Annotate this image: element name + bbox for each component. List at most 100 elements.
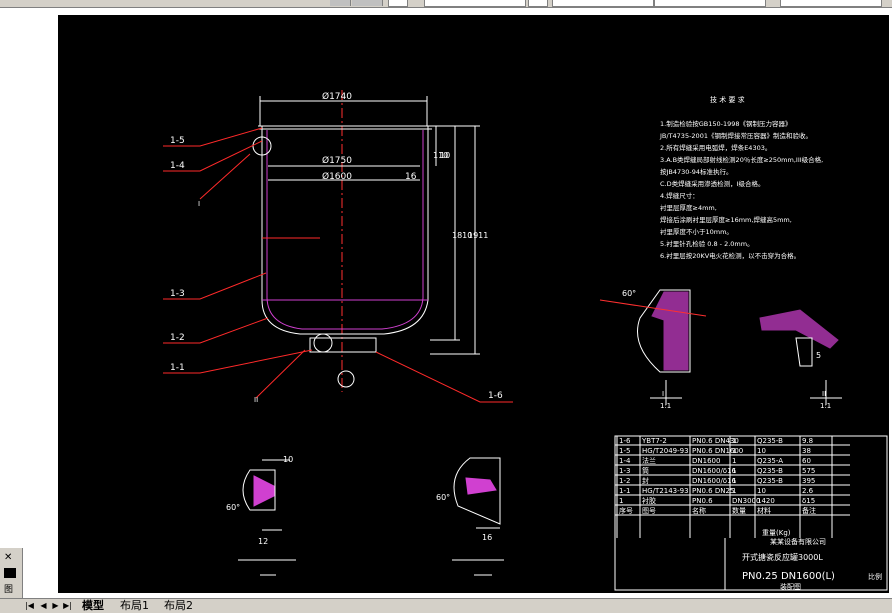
tech-line: 衬里厚度不小于10mm。 (660, 227, 733, 236)
dim-1750: Ø1750 (322, 155, 352, 166)
table-cell: 575 (802, 467, 815, 475)
table-cell: 1 (732, 447, 736, 455)
weight-label: 重量(Kg) (762, 529, 791, 537)
scale-label-1b: 1:1 (660, 402, 671, 410)
dim-16-b: 16 (482, 533, 492, 542)
table-cell: 60 (802, 457, 811, 465)
toolbar-button[interactable] (352, 0, 383, 6)
table-cell: Q235-A (757, 457, 783, 465)
table-cell: DN1600 (692, 457, 720, 465)
label-1-6: 1-6 (488, 391, 503, 401)
weld-detail-1 (238, 459, 296, 576)
last-icon[interactable]: ▶| (62, 600, 73, 611)
dim-10-b: 10 (283, 455, 293, 464)
label-1-2: 1-2 (170, 333, 185, 343)
table-cell: 封 (642, 476, 649, 485)
first-icon[interactable]: |◀ (24, 600, 35, 611)
tech-line: 按JB4730-94标准执行。 (660, 167, 733, 176)
lineweight-dropdown[interactable] (780, 0, 882, 7)
tech-line: 6.衬里层按20KV电火花检测，以不击穿为合格。 (660, 251, 800, 260)
table-cell: 1420 (757, 497, 775, 505)
dim-16: 16 (405, 172, 417, 182)
main-view-text: Ø1740 Ø1750 Ø1600 16 110 10 1810 1911 1-… (170, 91, 503, 404)
table-cell: 序号 (619, 506, 633, 515)
weld-detail-2 (452, 457, 504, 576)
dim-5: 5 (816, 351, 821, 360)
table-cell: 1-2 (619, 477, 630, 485)
scale-label-2b: 1:1 (820, 402, 831, 410)
tab-layout2[interactable]: 布局2 (164, 599, 193, 612)
table-cell: 1-4 (619, 457, 631, 465)
label-1-3: 1-3 (170, 289, 185, 299)
toolbar (0, 0, 892, 8)
table-cell: 1-1 (619, 487, 630, 495)
ucs-label: 图 (4, 585, 14, 595)
table-cell: 1-3 (619, 467, 630, 475)
table-cell: 395 (802, 477, 815, 485)
toolbar-button[interactable] (330, 0, 351, 6)
color-dropdown[interactable] (552, 0, 654, 7)
ucs-panel: ✕ 图 (0, 548, 23, 598)
angle-60: 60° (622, 289, 636, 298)
table-cell: HG/T2143-93 (642, 487, 689, 495)
tech-line: 5.衬里针孔检验 0.8 - 2.0mm。 (660, 239, 754, 248)
layer-dropdown[interactable] (424, 0, 526, 7)
model-space-canvas[interactable]: Ø1740 Ø1750 Ø1600 16 110 10 1810 1911 1-… (58, 15, 889, 593)
table-cell: 材料 (757, 506, 771, 515)
tech-requirements: 技 术 要 求 1.制造检验按GB150-1998《钢制压力容器》 JB/T47… (659, 95, 823, 260)
company-name: 某某设备有限公司 (770, 537, 826, 546)
layer-icon (4, 568, 16, 578)
linetype-dropdown[interactable] (654, 0, 766, 7)
tech-line: 衬里层厚度≥4mm, (660, 203, 717, 212)
table-cell: 名称 (692, 506, 706, 515)
leader-lines (163, 127, 513, 403)
table-cell: 1 (732, 437, 736, 445)
detail-view-2 (759, 309, 842, 405)
prev-icon[interactable]: ◀ (38, 600, 49, 611)
next-icon[interactable]: ▶ (50, 600, 61, 611)
table-cell: 10 (757, 487, 766, 495)
tech-line: 焊接后涂刷衬里层厚度≥16mm,焊缝高5mm, (660, 215, 792, 224)
toolbar-dropdown[interactable] (388, 0, 408, 7)
cad-drawing: Ø1740 Ø1750 Ø1600 16 110 10 1810 1911 1-… (163, 90, 888, 591)
dim-1740: Ø1740 (322, 91, 352, 102)
table-cell: YBT7-2 (641, 437, 667, 445)
table-cell: 数量 (732, 506, 746, 515)
tech-line: 3.A.B类焊缝局部射线检测20％长度≥250mm,III级合格, (660, 155, 823, 164)
table-cell: 2.6 (802, 487, 814, 495)
vessel-assembly (252, 90, 480, 392)
scale-note: 比例 (868, 572, 882, 581)
table-cell: 备注 (802, 506, 816, 515)
title-block-text: 重量(Kg) 某某设备有限公司 开式搪瓷反应罐3000L PN0.25 DN16… (742, 529, 882, 591)
table-cell: Q235-B (757, 467, 783, 475)
table-cell: 1-6 (619, 437, 631, 445)
tech-line: 1.制造检验按GB150-1998《钢制压力容器》 (660, 119, 792, 128)
bottom-outlet (309, 337, 377, 353)
angle-60-c: 60° (436, 493, 450, 502)
tab-model[interactable]: 模型 (82, 599, 104, 612)
toolbar-dropdown[interactable] (528, 0, 548, 7)
table-cell: Q235-B (757, 477, 783, 485)
detail-circle-2 (313, 333, 333, 353)
detail-mark-1: I (198, 200, 200, 208)
label-1-4: 1-4 (170, 161, 185, 171)
dim-1911: 1911 (468, 231, 488, 240)
table-cell: 38 (802, 447, 811, 455)
table-cell: 9.8 (802, 437, 813, 445)
tab-layout1[interactable]: 布局1 (120, 599, 149, 612)
detail-view-2-text: 5 II 1:1 (816, 351, 831, 410)
table-cell: HG/T2049-93 (642, 447, 689, 455)
left-margin (0, 8, 58, 593)
table-cell: 1 (619, 497, 623, 505)
table-cell: δ15 (802, 497, 815, 505)
table-cell: PN0.6 DN25 (692, 487, 734, 495)
tech-title: 技 术 要 求 (710, 95, 745, 104)
table-cell: 衬胶 (642, 496, 656, 505)
label-1-5: 1-5 (170, 136, 185, 146)
scale-label-2: II (822, 390, 826, 398)
angle-60-b: 60° (226, 503, 240, 512)
tech-line: 2.所有焊缝采用电弧焊，焊条E4303。 (660, 143, 771, 152)
table-cell: 1 (732, 487, 736, 495)
drawing-type: 装配图 (780, 582, 801, 591)
dim-1600: Ø1600 (322, 171, 352, 182)
